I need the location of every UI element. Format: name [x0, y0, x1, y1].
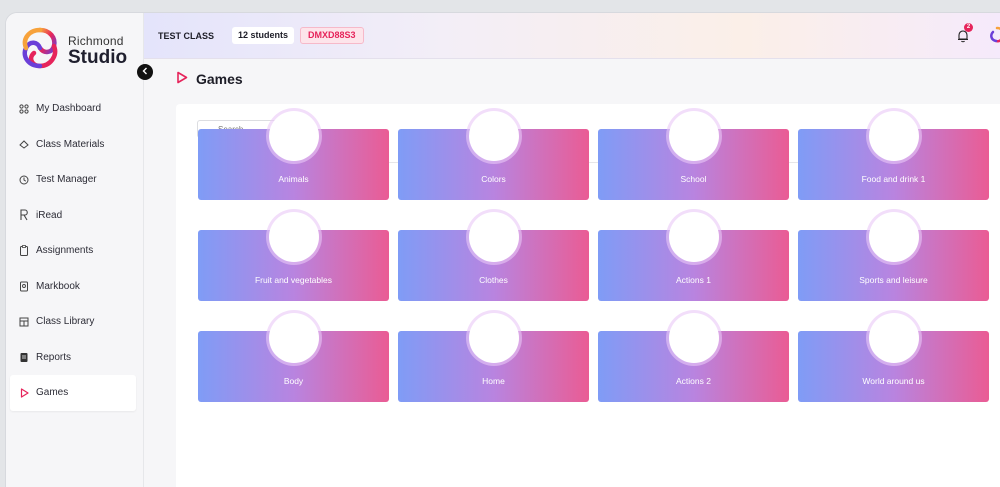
sidebar-item-class-library[interactable]: Class Library: [6, 304, 144, 340]
game-thumbnail: [669, 313, 719, 363]
sidebar-item-label: Reports: [36, 351, 72, 363]
top-bar: TEST CLASS 12 students DMXD88S3 2: [144, 13, 1000, 59]
game-card-label: Food and drink 1: [861, 174, 926, 184]
game-thumbnail: [869, 313, 919, 363]
richmond-logo-icon: [22, 27, 58, 69]
game-card-label: Home: [482, 376, 505, 386]
game-card[interactable]: Colors: [398, 111, 589, 200]
game-thumbnail: [269, 111, 319, 161]
game-thumbnail: [469, 111, 519, 161]
play-icon: [176, 71, 188, 87]
game-card[interactable]: Actions 1: [598, 212, 789, 301]
sidebar-item-iread[interactable]: iRead: [6, 198, 144, 234]
sidebar-item-class-materials[interactable]: Class Materials: [6, 127, 144, 163]
class-code-badge[interactable]: DMXD88S3: [300, 27, 364, 44]
game-card-label: Actions 1: [676, 275, 711, 285]
collapse-sidebar-button[interactable]: [137, 64, 153, 80]
brand-line-1: Richmond: [68, 34, 124, 48]
sidebar-item-test-manager[interactable]: Test Manager: [6, 162, 144, 198]
game-thumbnail: [669, 212, 719, 262]
clock-icon: [18, 174, 30, 186]
game-thumbnail: [469, 212, 519, 262]
game-card-label: Fruit and vegetables: [254, 275, 333, 285]
game-thumbnail: [469, 313, 519, 363]
game-card[interactable]: Animals: [198, 111, 389, 200]
sidebar-item-markbook[interactable]: Markbook: [6, 269, 144, 305]
game-card-label: World around us: [862, 376, 925, 386]
library-icon: [18, 316, 30, 328]
game-thumbnail: [669, 111, 719, 161]
sidebar-item-games[interactable]: Games: [10, 375, 136, 411]
sidebar: Richmond Studio My Dashboard Class Mater…: [6, 13, 144, 487]
reports-icon: [18, 351, 30, 363]
markbook-icon: [18, 280, 30, 292]
user-avatar-icon[interactable]: [988, 26, 1000, 44]
brand-line-2: Studio: [68, 47, 128, 68]
game-card[interactable]: Food and drink 1: [798, 111, 989, 200]
sidebar-item-label: iRead: [36, 209, 63, 221]
game-card[interactable]: Sports and leisure: [798, 212, 989, 301]
game-card-label: Colors: [481, 174, 506, 184]
games-panel: rookie AnimalsColorsSchoolFood and drink…: [176, 104, 1000, 487]
play-icon: [18, 387, 30, 399]
sidebar-item-label: Markbook: [36, 280, 80, 292]
game-thumbnail: [269, 313, 319, 363]
game-card[interactable]: Fruit and vegetables: [198, 212, 389, 301]
sidebar-item-label: Assignments: [36, 245, 94, 257]
sidebar-item-assignments[interactable]: Assignments: [6, 233, 144, 269]
game-card[interactable]: Clothes: [398, 212, 589, 301]
brand-logo[interactable]: Richmond Studio: [18, 26, 138, 72]
game-card-label: Actions 2: [676, 376, 711, 386]
game-card[interactable]: Home: [398, 313, 589, 402]
game-card[interactable]: School: [598, 111, 789, 200]
sidebar-item-reports[interactable]: Reports: [6, 340, 144, 376]
app-window: Richmond Studio My Dashboard Class Mater…: [5, 12, 1000, 487]
clipboard-icon: [18, 245, 30, 257]
game-card-label: Body: [283, 376, 304, 386]
students-badge[interactable]: 12 students: [232, 27, 295, 44]
sidebar-item-label: Games: [36, 387, 69, 399]
page-title: Games: [176, 71, 243, 87]
game-card[interactable]: World around us: [798, 313, 989, 402]
page-title-text: Games: [196, 71, 243, 87]
game-card-label: Clothes: [479, 275, 508, 285]
game-card[interactable]: Actions 2: [598, 313, 789, 402]
game-card[interactable]: Body: [198, 313, 389, 402]
sidebar-item-dashboard[interactable]: My Dashboard: [6, 91, 144, 127]
game-card-label: Sports and leisure: [859, 275, 928, 285]
sidebar-item-label: My Dashboard: [36, 103, 102, 115]
game-card-label: Animals: [278, 174, 309, 184]
grid-icon: [18, 103, 30, 115]
sidebar-nav: My Dashboard Class Materials Test Manage…: [6, 91, 144, 411]
game-card-label: School: [680, 174, 707, 184]
iread-icon: [18, 209, 30, 221]
game-thumbnail: [269, 212, 319, 262]
chevron-left-icon: [142, 67, 148, 77]
game-thumbnail: [869, 111, 919, 161]
sidebar-item-label: Class Library: [36, 316, 95, 328]
sidebar-item-label: Test Manager: [36, 174, 97, 186]
materials-icon: [18, 138, 30, 150]
notification-count-badge: 2: [964, 23, 973, 32]
class-name[interactable]: TEST CLASS: [158, 31, 214, 41]
sidebar-item-label: Class Materials: [36, 138, 105, 150]
game-thumbnail: [869, 212, 919, 262]
